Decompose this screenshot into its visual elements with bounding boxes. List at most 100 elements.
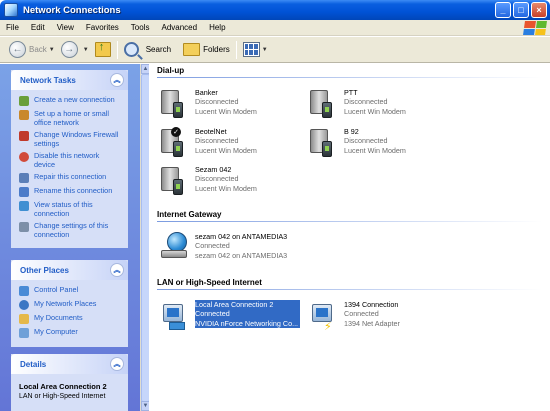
rename-icon [19, 187, 29, 197]
connection-b92[interactable]: B 92 Disconnected Lucent Win Modem [308, 127, 406, 159]
connection-name: B 92 [344, 127, 359, 136]
connection-name: 1394 Connection [344, 300, 399, 309]
connection-gateway-sezam[interactable]: sezam 042 on ANTAMEDIA3 Connected sezam … [159, 232, 287, 264]
group-header-dialup: Dial-up [157, 66, 185, 75]
other-places-header[interactable]: Other Places ︽ [11, 260, 128, 280]
title-bar: Network Connections _ □ × [0, 0, 550, 20]
menu-tools[interactable]: Tools [125, 23, 156, 32]
collapse-up-icon[interactable]: ︽ [110, 357, 124, 371]
group-divider [157, 221, 542, 222]
connection-device: Lucent Win Modem [344, 145, 406, 155]
details-title: Details [20, 359, 47, 369]
task-view-status[interactable]: View status of this connection [19, 200, 122, 218]
collapse-up-icon[interactable]: ︽ [110, 73, 124, 87]
control-panel-icon [19, 286, 29, 296]
place-label: My Network Places [34, 299, 97, 308]
place-my-documents[interactable]: My Documents [19, 313, 122, 324]
chevron-down-icon[interactable]: ▼ [262, 47, 268, 53]
task-home-network[interactable]: Set up a home or small office network [19, 109, 122, 127]
views-icon [242, 42, 260, 57]
task-label: Repair this connection [34, 172, 107, 181]
task-create-connection[interactable]: Create a new connection [19, 95, 122, 106]
place-label: My Documents [34, 313, 83, 322]
chevron-down-icon[interactable]: ▼ [49, 47, 55, 53]
group-header-lan: LAN or High-Speed Internet [157, 278, 262, 287]
connection-status: Disconnected [195, 174, 239, 184]
connection-banker[interactable]: Banker Disconnected Lucent Win Modem [159, 88, 257, 120]
connection-status: Disconnected [195, 97, 239, 107]
menu-favorites[interactable]: Favorites [80, 23, 125, 32]
task-label: Create a new connection [34, 95, 115, 104]
repair-icon [19, 173, 29, 183]
windows-logo-icon [523, 21, 547, 35]
details-connection-type: LAN or High-Speed Internet [19, 393, 106, 400]
other-places-title: Other Places [20, 265, 69, 275]
group-divider [157, 77, 542, 78]
connection-ptt[interactable]: PTT Disconnected Lucent Win Modem [308, 88, 406, 120]
settings-icon [19, 222, 29, 232]
task-pane: Network Tasks ︽ Create a new connection … [0, 64, 140, 411]
connection-1394[interactable]: ⚡ 1394 Connection Connected 1394 Net Ada… [308, 300, 400, 333]
place-control-panel[interactable]: Control Panel [19, 285, 122, 296]
connection-device: 1394 Net Adapter [344, 318, 400, 328]
menu-advanced[interactable]: Advanced [155, 23, 203, 32]
search-icon [123, 42, 139, 57]
details-header[interactable]: Details ︽ [11, 354, 128, 374]
dialup-connection-icon [159, 165, 191, 197]
task-label: Rename this connection [34, 186, 113, 195]
views-button[interactable]: ▼ [240, 39, 271, 61]
task-repair-connection[interactable]: Repair this connection [19, 172, 122, 183]
dialup-connection-icon [308, 127, 340, 159]
search-label: Search [145, 45, 172, 54]
close-button[interactable]: × [531, 2, 547, 18]
connections-list: Dial-up Banker Disconnected Lucent Win M… [149, 64, 550, 411]
back-label: Back [29, 45, 47, 54]
back-arrow-icon: ← [9, 41, 26, 58]
place-my-network-places[interactable]: My Network Places [19, 299, 122, 310]
firewire-connection-icon: ⚡ [308, 300, 340, 333]
forward-button[interactable]: → ▼ [58, 39, 92, 61]
disable-device-icon [19, 152, 29, 162]
toolbar: ← Back ▼ → ▼ Search Folders ▼ [0, 37, 550, 63]
menu-view[interactable]: View [51, 23, 80, 32]
menu-file[interactable]: File [0, 23, 25, 32]
details-panel: Details ︽ Local Area Connection 2 LAN or… [11, 354, 128, 411]
chevron-down-icon[interactable]: ▼ [83, 47, 89, 53]
firewall-icon [19, 131, 29, 141]
menu-help[interactable]: Help [203, 23, 231, 32]
status-icon [19, 201, 29, 211]
place-my-computer[interactable]: My Computer [19, 327, 122, 338]
network-tasks-title: Network Tasks [20, 75, 76, 85]
task-rename-connection[interactable]: Rename this connection [19, 186, 122, 197]
network-tasks-header[interactable]: Network Tasks ︽ [11, 70, 128, 90]
maximize-button[interactable]: □ [513, 2, 529, 18]
task-firewall-settings[interactable]: Change Windows Firewall settings [19, 130, 122, 148]
task-pane-scrollbar[interactable]: ▲ ▼ [140, 64, 150, 411]
folders-button[interactable]: Folders [180, 39, 233, 61]
connection-device: Lucent Win Modem [344, 106, 406, 116]
documents-icon [19, 314, 29, 324]
folders-icon [183, 43, 201, 56]
task-label: View status of this connection [34, 200, 93, 218]
menu-edit[interactable]: Edit [25, 23, 51, 32]
home-network-icon [19, 110, 29, 120]
place-label: My Computer [34, 327, 78, 336]
collapse-up-icon[interactable]: ︽ [110, 263, 124, 277]
connection-local-area-2[interactable]: Local Area Connection 2 Connected NVIDIA… [159, 299, 302, 332]
task-change-settings[interactable]: Change settings of this connection [19, 221, 122, 239]
back-button[interactable]: ← Back ▼ [6, 39, 58, 61]
minimize-button[interactable]: _ [495, 2, 511, 18]
task-label: Change Windows Firewall settings [34, 130, 119, 148]
connection-status: Connected [195, 309, 230, 319]
up-button[interactable] [92, 39, 114, 61]
connection-status: Disconnected [344, 97, 388, 107]
connection-device: Lucent Win Modem [195, 145, 257, 155]
window-title: Network Connections [23, 4, 121, 16]
task-disable-device[interactable]: Disable this network device [19, 151, 122, 169]
connection-beotelnet[interactable]: ✓ BeotelNet Disconnected Lucent Win Mode… [159, 127, 257, 159]
connection-name: Banker [195, 88, 218, 97]
connection-sezam-042[interactable]: Sezam 042 Disconnected Lucent Win Modem [159, 165, 257, 197]
search-button[interactable]: Search [121, 39, 174, 61]
connection-device: sezam 042 on ANTAMEDIA3 [195, 250, 288, 260]
dialup-connection-icon [159, 88, 191, 120]
